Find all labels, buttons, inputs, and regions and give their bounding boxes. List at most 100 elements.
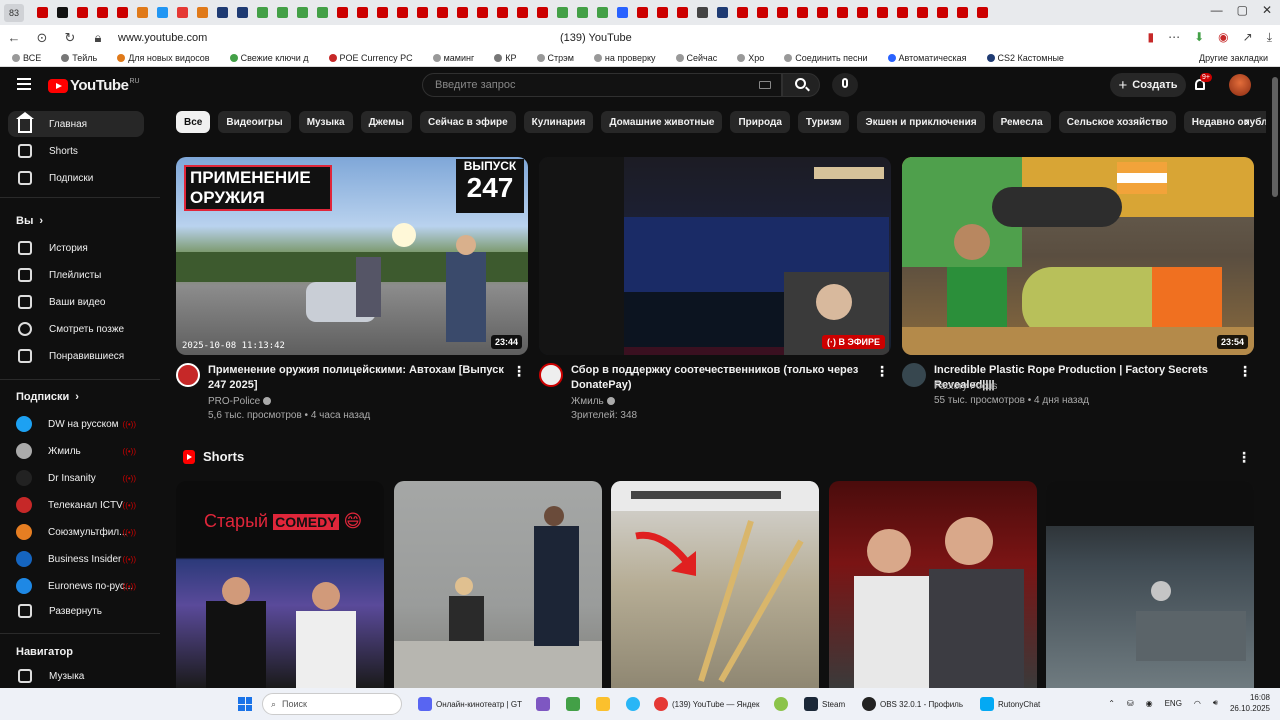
- taskbar-app[interactable]: [566, 693, 580, 715]
- browser-tab-favicon[interactable]: [972, 3, 992, 23]
- browser-tab-favicon[interactable]: [532, 3, 552, 23]
- browser-tab-favicon[interactable]: [792, 3, 812, 23]
- more-options-icon[interactable]: ⋮: [512, 363, 526, 380]
- video-thumbnail[interactable]: (·) В ЭФИРЕ: [539, 157, 891, 355]
- taskbar-app[interactable]: [774, 693, 788, 715]
- url-field[interactable]: www.youtube.com: [118, 32, 207, 44]
- filter-chip[interactable]: Недавно опубликованные: [1183, 111, 1266, 133]
- close-window-icon[interactable]: ✕: [1262, 3, 1272, 17]
- more-icon[interactable]: ⋯: [1168, 30, 1180, 45]
- sidebar-item[interactable]: DW на русском ((•)): [8, 411, 144, 437]
- volume-icon[interactable]: 🔊︎: [1213, 698, 1218, 708]
- taskbar-app[interactable]: [626, 693, 640, 715]
- sidebar-item[interactable]: Развернуть: [8, 598, 144, 624]
- browser-tab-favicon[interactable]: [352, 3, 372, 23]
- sidebar-item[interactable]: Жмиль ((•)): [8, 438, 144, 464]
- browser-tab-favicon[interactable]: [452, 3, 472, 23]
- browser-tab-favicon[interactable]: [372, 3, 392, 23]
- video-thumbnail[interactable]: 23:54: [902, 157, 1254, 355]
- more-options-icon[interactable]: ⋮: [875, 363, 889, 380]
- clock[interactable]: 16:08 26.10.2025: [1230, 692, 1270, 714]
- taskbar-app[interactable]: [596, 693, 610, 715]
- bookmark-icon[interactable]: ▮: [1147, 30, 1154, 45]
- filter-chip[interactable]: Джемы: [360, 111, 413, 133]
- browser-tab-favicon[interactable]: [192, 3, 212, 23]
- filter-chip[interactable]: Домашние животные: [601, 111, 723, 133]
- taskbar-app[interactable]: (139) YouTube — Яндек: [654, 693, 759, 715]
- channel-avatar[interactable]: [176, 363, 200, 387]
- browser-tab-favicon[interactable]: [212, 3, 232, 23]
- browser-tab-favicon[interactable]: [232, 3, 252, 23]
- browser-tab-favicon[interactable]: [912, 3, 932, 23]
- browser-tab-favicon[interactable]: [472, 3, 492, 23]
- browser-tab-favicon[interactable]: [872, 3, 892, 23]
- browser-tab-favicon[interactable]: [692, 3, 712, 23]
- language-indicator[interactable]: ENG: [1165, 699, 1182, 708]
- sidebar-item[interactable]: Музыка: [8, 663, 144, 689]
- more-options-icon[interactable]: ⋮: [1237, 449, 1251, 466]
- browser-tab-favicon[interactable]: [92, 3, 112, 23]
- channel-avatar[interactable]: [902, 363, 926, 387]
- filter-chip[interactable]: Природа: [730, 111, 790, 133]
- more-options-icon[interactable]: ⋮: [1238, 363, 1252, 380]
- bookmark-item[interactable]: Стрэм: [536, 53, 574, 63]
- channel-name[interactable]: Жмиль: [571, 396, 615, 407]
- bookmark-item[interactable]: Сейчас: [675, 53, 717, 63]
- channel-avatar[interactable]: [539, 363, 563, 387]
- create-button[interactable]: + Создать: [1110, 73, 1186, 97]
- bookmark-item[interactable]: CS2 Кастомные: [986, 53, 1064, 63]
- maximize-icon[interactable]: ▢: [1237, 3, 1248, 17]
- video-card[interactable]: ПРИМЕНЕНИЕ ОРУЖИЯ ВЫПУСК 247 2025-10-08 …: [176, 157, 528, 423]
- short-card[interactable]: [1046, 481, 1254, 688]
- browser-tab-favicon[interactable]: [72, 3, 92, 23]
- browser-tab-favicon[interactable]: [312, 3, 332, 23]
- filter-chip[interactable]: Все: [176, 111, 211, 133]
- browser-tab-favicon[interactable]: [412, 3, 432, 23]
- browser-tab-favicon[interactable]: [712, 3, 732, 23]
- filter-chip[interactable]: Кулинария: [523, 111, 594, 133]
- browser-tab-favicon[interactable]: [172, 3, 192, 23]
- browser-tab-favicon[interactable]: [52, 3, 72, 23]
- filter-chip[interactable]: Сейчас в эфире: [420, 111, 516, 133]
- channel-name[interactable]: PRO-Police: [208, 396, 272, 407]
- filter-chip[interactable]: Видеоигры: [218, 111, 291, 133]
- browser-tab-favicon[interactable]: [772, 3, 792, 23]
- taskbar-app[interactable]: RutonyChat: [980, 693, 1040, 715]
- account-avatar[interactable]: [1229, 74, 1251, 96]
- taskbar-app[interactable]: Онлайн-кинотеатр | GT: [418, 693, 522, 715]
- menu-icon[interactable]: [17, 78, 31, 90]
- browser-tab-favicon[interactable]: [252, 3, 272, 23]
- taskbar-app[interactable]: OBS 32.0.1 - Профиль: [862, 693, 963, 715]
- bookmark-item[interactable]: Соединить песни: [784, 53, 868, 63]
- browser-tab-favicon[interactable]: [512, 3, 532, 23]
- sidebar-item[interactable]: Shorts: [8, 138, 144, 164]
- browser-tab-favicon[interactable]: [852, 3, 872, 23]
- tab-count-badge[interactable]: 83: [4, 3, 24, 22]
- browser-tab-favicon[interactable]: [952, 3, 972, 23]
- bookmark-item[interactable]: Хро: [737, 53, 764, 63]
- browser-tab-favicon[interactable]: [832, 3, 852, 23]
- sidebar-item[interactable]: Понравившиеся: [8, 343, 144, 369]
- chevron-right-icon[interactable]: ›: [1244, 113, 1249, 129]
- short-card[interactable]: Старый COMEDY 😄: [176, 481, 384, 688]
- bookmark-item[interactable]: маминг: [432, 53, 474, 63]
- filter-chip[interactable]: Туризм: [797, 111, 850, 133]
- browser-tab-favicon[interactable]: [272, 3, 292, 23]
- download-icon[interactable]: ⬇: [1194, 30, 1204, 45]
- sidebar-item[interactable]: Ваши видео: [8, 289, 144, 315]
- share-icon[interactable]: ↗: [1243, 30, 1253, 45]
- wifi-icon[interactable]: ◠: [1194, 699, 1201, 708]
- browser-tab-favicon[interactable]: [432, 3, 452, 23]
- bookmark-item[interactable]: Автоматическая: [887, 53, 967, 63]
- taskbar-search[interactable]: ⌕ Поиск: [262, 693, 402, 715]
- sidebar-item[interactable]: Телеканал ICTV ((•)): [8, 492, 144, 518]
- browser-tab-favicon[interactable]: [152, 3, 172, 23]
- sidebar-section-header[interactable]: Навигатор: [16, 646, 73, 658]
- video-title[interactable]: Применение оружия полицейскими: Автохам …: [208, 363, 508, 393]
- tray-icon[interactable]: ◉: [1146, 699, 1153, 708]
- sidebar-item[interactable]: Смотреть позже: [8, 316, 144, 342]
- taskbar-app[interactable]: Steam: [804, 693, 845, 715]
- downloads-icon[interactable]: ⤓: [1267, 30, 1272, 45]
- browser-tab-favicon[interactable]: [292, 3, 312, 23]
- browser-tab-favicon[interactable]: [752, 3, 772, 23]
